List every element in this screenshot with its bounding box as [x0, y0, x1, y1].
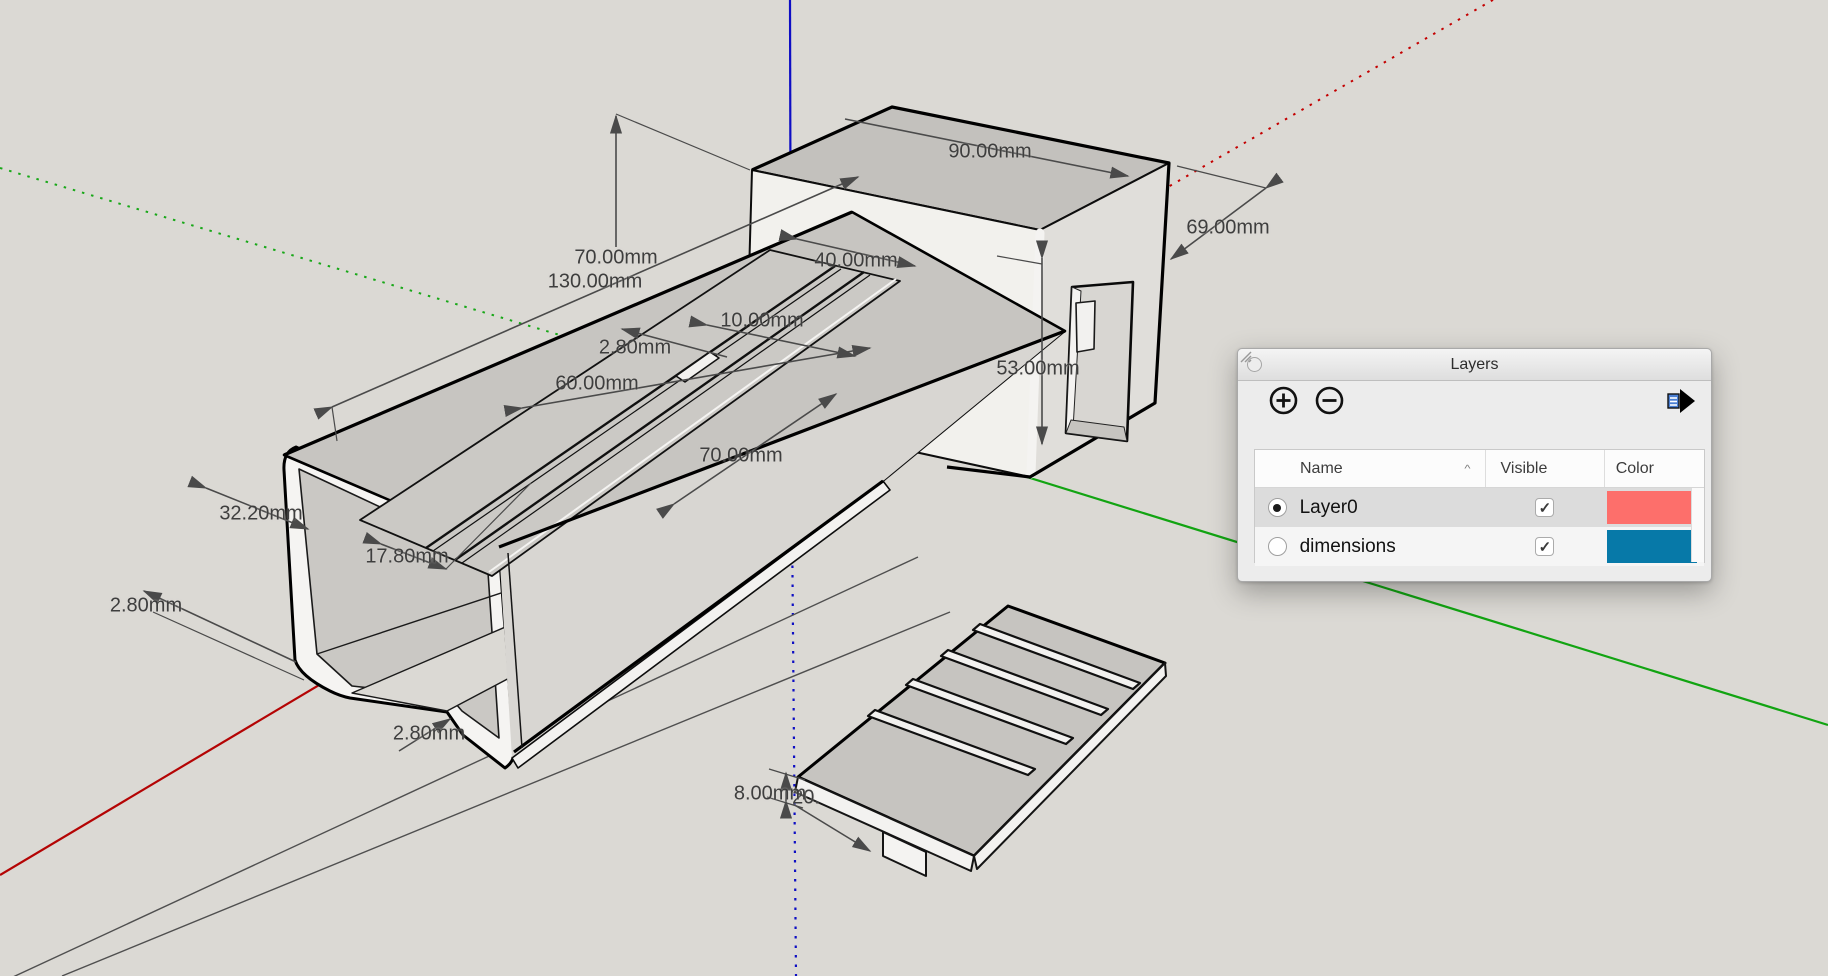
- dim-label-70mm-bottom[interactable]: 70.00mm: [699, 445, 782, 468]
- dim-label-60mm[interactable]: 60.00mm: [555, 373, 638, 396]
- layers-panel-title: Layers: [1450, 356, 1498, 374]
- dim-label-90mm[interactable]: 90.00mm: [948, 141, 1031, 164]
- dim-label-17-80mm[interactable]: 17.80mm: [365, 546, 448, 569]
- layer-visible-checkbox[interactable]: ✓: [1485, 498, 1605, 517]
- layer-color-swatch[interactable]: [1605, 530, 1704, 563]
- plus-circle-icon: [1269, 386, 1298, 415]
- box-inner-window: [1076, 301, 1095, 352]
- layer-row-dimensions[interactable]: dimensions ✓: [1255, 527, 1704, 566]
- layers-panel[interactable]: Layers: [1237, 348, 1712, 582]
- current-layer-radio-selected[interactable]: [1255, 498, 1300, 517]
- layer-visible-checkbox[interactable]: ✓: [1485, 537, 1605, 556]
- column-header-visible[interactable]: Visible: [1486, 450, 1605, 487]
- layer-name[interactable]: dimensions: [1300, 536, 1485, 558]
- layers-table-header: Name ^ Visible Color: [1255, 450, 1704, 488]
- dim-label-8mm[interactable]: 8.00mm: [734, 783, 806, 806]
- add-layer-button[interactable]: [1269, 386, 1298, 415]
- minus-circle-icon: [1315, 386, 1344, 415]
- column-header-color[interactable]: Color: [1605, 450, 1704, 487]
- layers-panel-titlebar[interactable]: Layers: [1238, 349, 1711, 381]
- current-layer-radio-unselected[interactable]: [1255, 537, 1300, 556]
- layers-table: Name ^ Visible Color Layer0 ✓: [1254, 449, 1705, 563]
- sort-ascending-icon: ^: [1464, 463, 1470, 475]
- dim-label-130mm[interactable]: 130.00mm: [548, 271, 643, 294]
- details-arrow-icon: [1667, 387, 1697, 415]
- layer-color-swatch[interactable]: [1605, 491, 1704, 524]
- dim-label-2-80mm-bottom[interactable]: 2.80mm: [393, 723, 465, 746]
- layer-details-button[interactable]: [1667, 387, 1697, 415]
- dim-label-32-20mm[interactable]: 32.20mm: [219, 503, 302, 526]
- dim-label-53mm[interactable]: 53.00mm: [996, 358, 1079, 381]
- dim-label-2-80mm-top[interactable]: 2.80mm: [599, 337, 671, 360]
- dim-label-10mm[interactable]: 10.00mm: [720, 310, 803, 333]
- layers-toolbar: [1238, 381, 1711, 419]
- dim-label-2-80mm-left[interactable]: 2.80mm: [110, 595, 182, 618]
- column-header-name[interactable]: Name ^: [1255, 450, 1486, 487]
- dim-label-69mm[interactable]: 69.00mm: [1186, 217, 1269, 240]
- dim-label-40mm[interactable]: 40.00mm: [814, 250, 897, 273]
- layer-row-layer0[interactable]: Layer0 ✓: [1255, 488, 1704, 527]
- remove-layer-button[interactable]: [1315, 386, 1344, 415]
- table-scrollbar[interactable]: [1691, 488, 1704, 562]
- dim-label-70mm-top[interactable]: 70.00mm: [574, 247, 657, 270]
- layer-name[interactable]: Layer0: [1300, 497, 1485, 519]
- resize-grip[interactable]: [1238, 349, 1252, 363]
- sketchup-viewport[interactable]: 90.00mm 69.00mm 70.00mm 130.00mm 40.00mm…: [0, 0, 1828, 976]
